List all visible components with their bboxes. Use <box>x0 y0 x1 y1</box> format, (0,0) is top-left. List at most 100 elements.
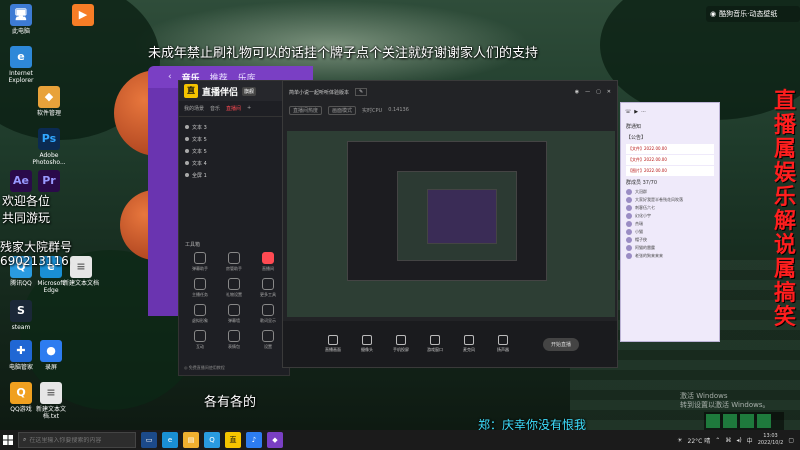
desktop-icon-photoshop[interactable]: Ps Adobe Photosho... <box>30 128 68 166</box>
file-explorer-icon[interactable]: ▤ <box>183 432 199 448</box>
qq-member[interactable]: 大冠群 <box>621 188 719 196</box>
task-view-icon[interactable]: ▭ <box>141 432 157 448</box>
tool-gift-settings[interactable]: 礼物设置 <box>217 278 251 298</box>
eye-icon[interactable] <box>185 137 189 141</box>
broadcaster-title: 直播伴侣 <box>202 87 239 98</box>
scene-item[interactable]: 全屏 1 <box>179 169 289 181</box>
lyrics-icon <box>262 304 274 316</box>
edit-button[interactable]: ✎ <box>355 88 368 96</box>
info-chip[interactable]: 画面模式 <box>328 105 357 115</box>
back-arrow-icon[interactable]: ‹ <box>168 72 172 82</box>
eye-icon[interactable] <box>185 149 189 153</box>
tray-app-icon[interactable] <box>757 414 771 428</box>
tool-more[interactable]: 更多工具 <box>251 278 285 298</box>
tool-tasks[interactable]: 主播任务 <box>183 278 217 298</box>
maximize-icon[interactable]: ▢ <box>596 89 601 95</box>
qq-member[interactable]: 小猫 <box>621 228 719 236</box>
network-icon[interactable]: ⌘ <box>725 437 731 444</box>
control-live-screen[interactable]: 直播画面 <box>321 335 345 353</box>
desktop-icon-video[interactable]: ▶ <box>64 4 102 28</box>
broadcaster-taskbar-icon[interactable]: 直 <box>225 432 241 448</box>
desktop-icon-premiere[interactable]: Pr <box>30 170 68 194</box>
notification-icon[interactable]: ▢ <box>788 437 794 444</box>
start-button[interactable] <box>0 430 16 450</box>
control-game-window[interactable]: 游戏窗口 <box>423 335 447 353</box>
tool-room-manager[interactable]: 房管助手 <box>217 252 251 272</box>
qq-member[interactable]: 帽子侠 <box>621 236 719 244</box>
tool-live-room[interactable]: 直播间 <box>251 252 285 272</box>
tab-music[interactable]: 音乐 <box>210 105 220 112</box>
tray-app-icon[interactable] <box>723 414 737 428</box>
qq-member[interactable]: 刺客伍六七 <box>621 204 719 212</box>
search-input[interactable] <box>29 436 118 444</box>
tool-interact[interactable]: 互动 <box>183 330 217 350</box>
qq-message[interactable]: 【图片】2022.00.00 <box>626 166 714 176</box>
tool-danmu-helper[interactable]: 弹幕助手 <box>183 252 217 272</box>
chevron-up-icon[interactable]: ⌃ <box>715 437 720 444</box>
preview-canvas[interactable] <box>287 131 615 317</box>
control-label: 摄像头 <box>360 347 373 352</box>
eye-icon[interactable] <box>185 125 189 129</box>
weather-icon[interactable]: ☀ <box>677 437 682 444</box>
desktop-icon-software[interactable]: ◆ 软件管理 <box>30 86 68 117</box>
eye-icon[interactable] <box>185 173 189 177</box>
live-preview-window[interactable]: 简单小说一起听听体验版本 ✎ ◉ — ▢ ✕ 直播间热度 画面模式 实时CPU … <box>282 80 618 368</box>
qq-chat-window[interactable]: ☏ ▶ ⋯ 群通知 【公告】 【文件】2022.00.00 【文件】2022.0… <box>620 102 720 342</box>
tray-app-icon[interactable] <box>740 414 754 428</box>
tool-settings[interactable]: 设置 <box>251 330 285 350</box>
video-call-icon[interactable]: ▶ <box>634 109 638 115</box>
app-taskbar-icon[interactable]: ◆ <box>267 432 283 448</box>
control-phone-cast[interactable]: 手机投屏 <box>389 335 413 353</box>
broadcaster-footer[interactable]: ◎ 免费直播间使用教程 <box>184 365 225 371</box>
weather-text[interactable]: 22°C 晴 <box>688 436 711 445</box>
desktop-icon-this-pc[interactable]: 🖥 此电脑 <box>2 4 40 35</box>
desktop-icon-ie[interactable]: e Internet Explorer <box>2 46 40 84</box>
volume-icon[interactable]: ◂) <box>736 437 741 444</box>
photoshop-icon: Ps <box>38 128 60 150</box>
add-scene-icon[interactable]: + <box>247 105 251 112</box>
desktop-icon-steam[interactable]: S steam <box>2 300 40 331</box>
avatar[interactable]: ◉ <box>575 89 579 95</box>
qq-member[interactable]: 老张的狗来来来 <box>621 252 719 260</box>
start-live-button[interactable]: 开始直播 <box>542 337 579 351</box>
desktop-icon-recorder[interactable]: ● 录屏 <box>32 340 70 371</box>
tool-stickers[interactable]: 表情包 <box>217 330 251 350</box>
more-icon[interactable]: ⋯ <box>641 109 646 115</box>
tool-danmu-wall[interactable]: 弹幕墙 <box>217 304 251 324</box>
control-speaker[interactable]: 扬声器 <box>491 335 515 353</box>
close-icon[interactable]: ✕ <box>607 89 611 95</box>
scene-item[interactable]: 文本 5 <box>179 145 289 157</box>
eye-icon[interactable] <box>185 161 189 165</box>
ime-icon[interactable]: 中 <box>747 436 753 445</box>
scene-item[interactable]: 文本 3 <box>179 121 289 133</box>
tool-label: 主播任务 <box>192 292 208 297</box>
tool-avatar[interactable]: 虚拟形象 <box>183 304 217 324</box>
qq-taskbar-icon[interactable]: Q <box>204 432 220 448</box>
qq-member[interactable]: 幻化小宇 <box>621 212 719 220</box>
scene-item[interactable]: 文本 5 <box>179 133 289 145</box>
qq-message[interactable]: 【文件】2022.00.00 <box>626 155 714 165</box>
edge-taskbar-icon[interactable]: e <box>162 432 178 448</box>
tab-my-scenes[interactable]: 我的场景 <box>184 105 204 112</box>
broadcaster-app-window[interactable]: 直 直播伴侣 旗舰 我的场景 音乐 直播间 + 文本 3 文本 5 文本 5 文… <box>178 80 290 376</box>
tray-app-icon[interactable] <box>706 414 720 428</box>
taskbar-clock[interactable]: 13:03 2022/10/2 <box>758 433 784 447</box>
qq-member[interactable]: 阿猫的雷霆 <box>621 244 719 252</box>
wallpaper-watermark[interactable]: ◉ 酷狗音乐·动态壁纸 <box>706 6 800 22</box>
control-camera[interactable]: 摄像头 <box>355 335 379 353</box>
scene-item[interactable]: 文本 4 <box>179 157 289 169</box>
minimize-icon[interactable]: — <box>585 89 590 95</box>
control-mic[interactable]: 麦克风 <box>457 335 481 353</box>
qq-member[interactable]: 杰瑞 <box>621 220 719 228</box>
qq-notice-title[interactable]: 群通知 <box>621 121 719 132</box>
qq-message[interactable]: 【文件】2022.00.00 <box>626 144 714 154</box>
music-taskbar-icon[interactable]: ♪ <box>246 432 262 448</box>
desktop-icon-text-file-2[interactable]: ≡ 新建文本文档.txt <box>32 382 70 420</box>
tool-lyrics[interactable]: 歌词显示 <box>251 304 285 324</box>
taskbar-search[interactable]: ⌕ <box>18 432 136 448</box>
qq-member[interactable]: 大家好我是半卷残花风吹落 <box>621 196 719 204</box>
control-label: 直播画面 <box>324 347 341 352</box>
phone-icon[interactable]: ☏ <box>625 109 631 115</box>
info-chip[interactable]: 直播间热度 <box>289 105 323 115</box>
tab-live-room[interactable]: 直播间 <box>226 105 241 112</box>
